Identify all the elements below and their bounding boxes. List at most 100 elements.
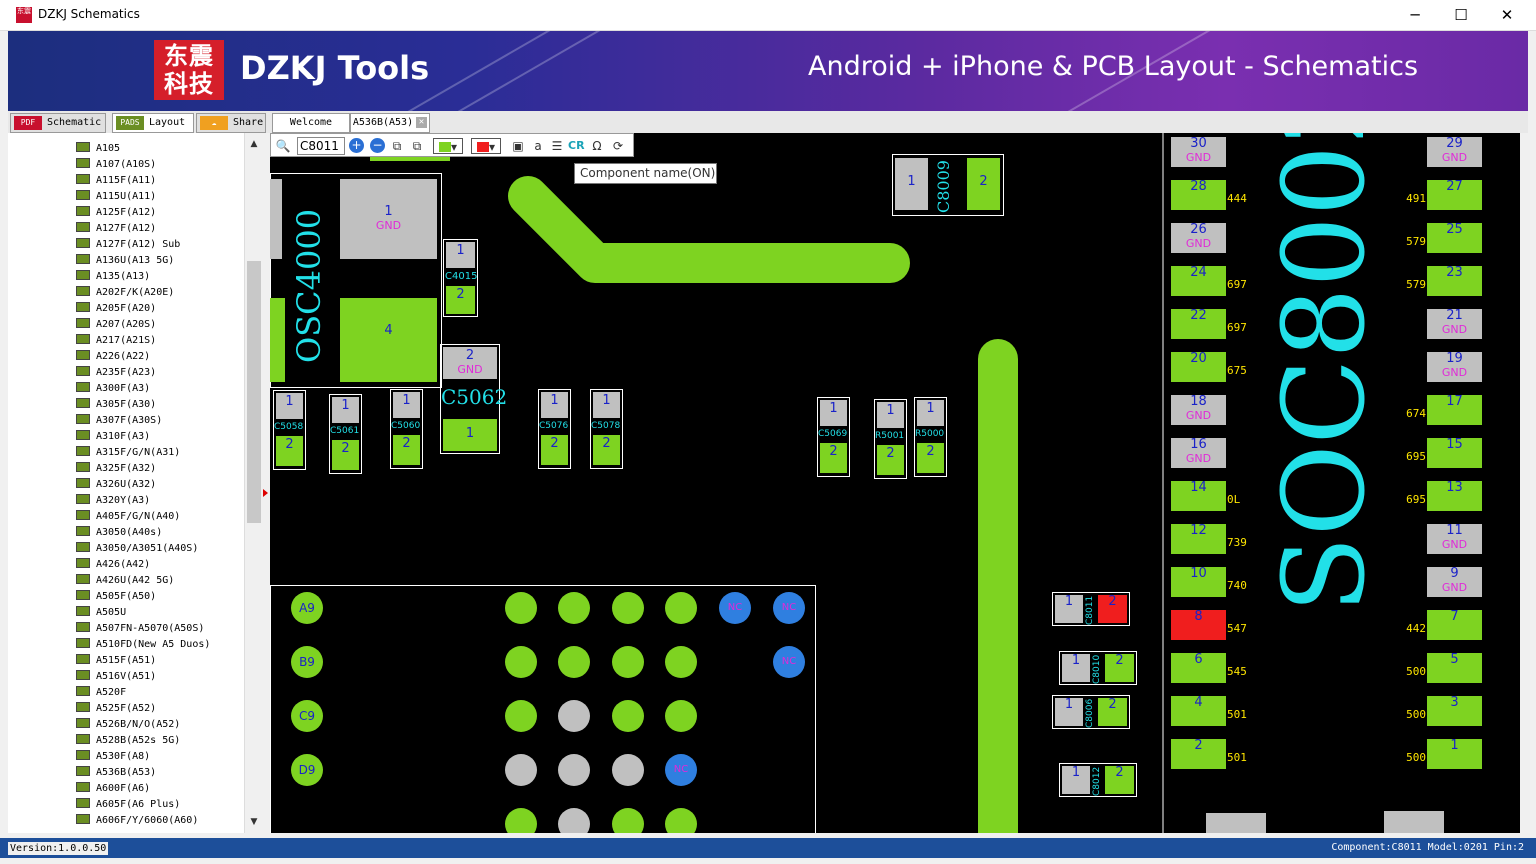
pad-1[interactable]: 1 <box>1062 766 1090 794</box>
tree-item-38[interactable]: A530F(A8) <box>76 749 150 765</box>
soc-pin-12[interactable]: 12 <box>1171 524 1226 554</box>
tree-item-21[interactable]: A326U(A32) <box>76 477 156 493</box>
search-icon[interactable]: 🔍 <box>275 138 291 154</box>
tree-item-32[interactable]: A515F(A51) <box>76 653 156 669</box>
pad-2[interactable]: 2 <box>1105 654 1134 682</box>
pad-2[interactable]: 2 <box>276 436 303 466</box>
pad-2[interactable]: 2 <box>1105 766 1134 794</box>
osc-pad-4[interactable]: 4 <box>340 298 437 382</box>
soc-pin-26[interactable]: 26 GND <box>1171 223 1226 253</box>
color-picker-green[interactable]: ▾ <box>433 138 463 154</box>
tree-item-40[interactable]: A600F(A6) <box>76 781 150 797</box>
bga-ball[interactable] <box>558 700 590 732</box>
tree-item-30[interactable]: A507FN-A5070(A50S) <box>76 621 204 637</box>
pad-1[interactable]: 1 <box>1055 698 1083 726</box>
soc-pin-20[interactable]: 20 <box>1171 352 1226 382</box>
pad-1[interactable]: 1 <box>895 158 928 210</box>
scroll-thumb[interactable] <box>247 261 261 523</box>
tree-item-41[interactable]: A605F(A6 Plus) <box>76 797 180 813</box>
zoom-out-icon[interactable]: − <box>370 138 385 153</box>
pad-2[interactable]: 2 <box>1098 595 1127 623</box>
doc-tab-welcome[interactable]: Welcome <box>272 113 350 133</box>
soc-pin-27[interactable]: 27 <box>1427 180 1482 210</box>
pad-1[interactable]: 1 <box>593 392 620 418</box>
tree-item-39[interactable]: A536B(A53) <box>76 765 156 781</box>
nc-ball[interactable]: NC <box>665 754 697 786</box>
list-icon[interactable]: ☰ <box>549 138 565 154</box>
pad-1[interactable]: 1 <box>1062 654 1090 682</box>
tree-item-35[interactable]: A525F(A52) <box>76 701 156 717</box>
bga-ball[interactable] <box>505 592 537 624</box>
soc-pin-1[interactable]: 1 <box>1427 739 1482 769</box>
pcb-canvas[interactable]: 1 GND 4 OSC4000 1 C4015 2 2 GND C5062 1 1 … <box>270 133 1520 833</box>
tree-item-34[interactable]: A520F <box>76 685 126 701</box>
tree-item-29[interactable]: A505U <box>76 605 126 621</box>
tree-item-25[interactable]: A3050/A3051(A40S) <box>76 541 198 557</box>
tab-schematic[interactable]: PDF Schematic <box>10 113 106 133</box>
pad-1[interactable]: 1 <box>820 400 847 426</box>
tree-item-20[interactable]: A325F(A32) <box>76 461 156 477</box>
tree-item-7[interactable]: A136U(A13 5G) <box>76 253 174 269</box>
pad-2[interactable]: 2 <box>917 443 944 473</box>
pad-2[interactable]: 2 <box>332 440 359 470</box>
tree-item-17[interactable]: A307F(A30S) <box>76 413 162 429</box>
tree-item-4[interactable]: A125F(A12) <box>76 205 156 221</box>
color-picker-red[interactable]: ▾ <box>471 138 501 154</box>
tree-item-36[interactable]: A526B/N/O(A52) <box>76 717 180 733</box>
pad-1[interactable]: 1 <box>877 402 904 428</box>
bga-ball[interactable] <box>612 808 644 833</box>
close-tab-icon[interactable]: ✕ <box>416 117 427 128</box>
reset-icon[interactable]: ⟳ <box>610 138 626 154</box>
tree-scrollbar[interactable]: ▲ ▼ <box>244 133 262 833</box>
tab-share[interactable]: ☁ Share <box>196 113 266 133</box>
text-icon[interactable]: a <box>530 138 546 154</box>
cr-button[interactable]: CR <box>568 138 585 154</box>
tree-item-11[interactable]: A207(A20S) <box>76 317 156 333</box>
soc-pin-28[interactable]: 28 <box>1171 180 1226 210</box>
c5062-pad-1[interactable]: 1 <box>443 419 497 451</box>
soc-pin-24[interactable]: 24 <box>1171 266 1226 296</box>
tree-item-28[interactable]: A505F(A50) <box>76 589 156 605</box>
tree-item-31[interactable]: A510FD(New A5 Duos) <box>76 637 210 653</box>
pad-1[interactable]: 1 <box>446 242 475 268</box>
nc-ball[interactable]: NC <box>719 592 751 624</box>
soc-pin-21[interactable]: 21 GND <box>1427 309 1482 339</box>
ohm-icon[interactable]: Ω <box>589 138 605 154</box>
soc-pin-6[interactable]: 6 <box>1171 653 1226 683</box>
soc-pin-14[interactable]: 14 <box>1171 481 1226 511</box>
soc-pin-25[interactable]: 25 <box>1427 223 1482 253</box>
row-ball-3[interactable]: D9 <box>291 754 323 786</box>
pad-1[interactable]: 1 <box>541 392 568 418</box>
soc-pin-11[interactable]: 11 GND <box>1427 524 1482 554</box>
row-ball-1[interactable]: B9 <box>291 646 323 678</box>
bga-ball[interactable] <box>505 808 537 833</box>
soc-pin-23[interactable]: 23 <box>1427 266 1482 296</box>
flip-icon[interactable]: ⧉ <box>409 138 425 154</box>
tree-item-18[interactable]: A310F(A3) <box>76 429 150 445</box>
soc-pin-18[interactable]: 18 GND <box>1171 395 1226 425</box>
tree-item-5[interactable]: A127F(A12) <box>76 221 156 237</box>
zoom-in-icon[interactable]: + <box>349 138 364 153</box>
splitter[interactable] <box>262 133 270 833</box>
doc-tab-a536b[interactable]: A536B(A53) ✕ <box>350 113 430 133</box>
soc-pin-16[interactable]: 16 GND <box>1171 438 1226 468</box>
tree-item-33[interactable]: A516V(A51) <box>76 669 156 685</box>
close-button[interactable]: ✕ <box>1484 0 1530 31</box>
soc-pin-2[interactable]: 2 <box>1171 739 1226 769</box>
tree-item-6[interactable]: A127F(A12) Sub <box>76 237 180 253</box>
soc-pin-17[interactable]: 17 <box>1427 395 1482 425</box>
tree-item-26[interactable]: A426(A42) <box>76 557 150 573</box>
tree-item-3[interactable]: A115U(A11) <box>76 189 156 205</box>
tree-item-13[interactable]: A226(A22) <box>76 349 150 365</box>
bga-ball[interactable] <box>612 700 644 732</box>
soc-pin-8[interactable]: 8 <box>1171 610 1226 640</box>
bga-ball[interactable] <box>505 700 537 732</box>
soc-pin-15[interactable]: 15 <box>1427 438 1482 468</box>
bga-ball[interactable] <box>665 646 697 678</box>
tree-item-37[interactable]: A528B(A52s 5G) <box>76 733 180 749</box>
bga-ball[interactable] <box>558 808 590 833</box>
osc-pad-gnd[interactable]: 1 GND <box>340 179 437 259</box>
tree-item-0[interactable]: A105 <box>76 141 120 157</box>
soc-pin-5[interactable]: 5 <box>1427 653 1482 683</box>
tree-item-24[interactable]: A3050(A40s) <box>76 525 162 541</box>
